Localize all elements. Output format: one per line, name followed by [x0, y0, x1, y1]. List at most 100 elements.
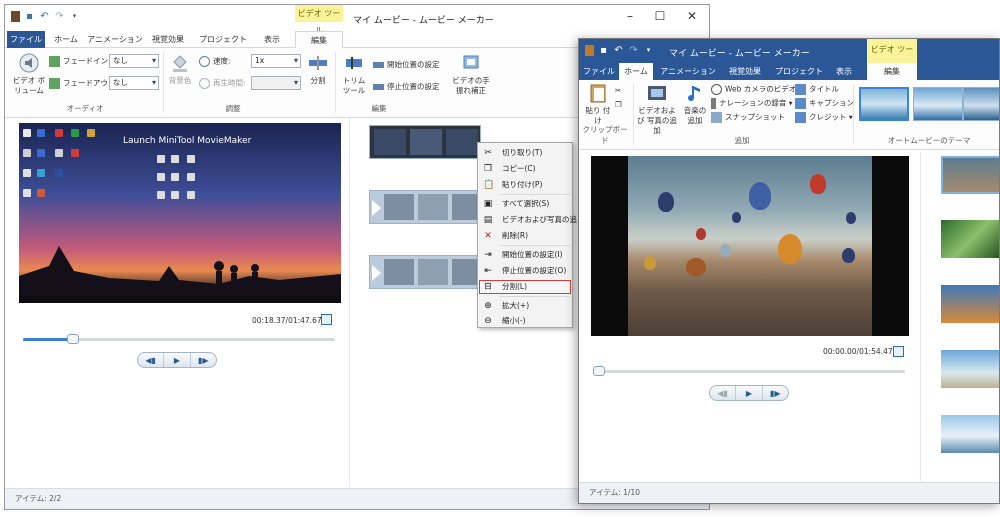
edit-group-label: 編集 [371, 104, 387, 113]
tab-view[interactable]: 表示 [257, 31, 287, 48]
video-preview[interactable] [591, 156, 909, 336]
menu-item-paste[interactable]: 📋 貼り付け(P) [478, 177, 572, 193]
tab-file[interactable]: ファイル [7, 31, 45, 48]
menu-separator [500, 245, 570, 246]
play-icon[interactable]: ▶ [164, 353, 191, 367]
automovie-theme-2[interactable] [913, 87, 963, 121]
play-icon[interactable]: ▶ [736, 386, 763, 400]
customize-qa-icon[interactable]: ▾ [69, 11, 80, 22]
undo-icon[interactable]: ↶ [39, 11, 50, 22]
set-start-icon: ⇥ [484, 250, 492, 260]
storyboard-clip[interactable] [369, 125, 481, 159]
close-button[interactable]: ✕ [681, 9, 703, 23]
previous-frame-icon[interactable]: ◀▮ [138, 353, 165, 367]
add-music-button[interactable]: 音楽の 追加 [679, 82, 711, 126]
seek-bar[interactable] [23, 334, 335, 344]
menu-item-delete[interactable]: ✕ 削除(R) [478, 228, 572, 244]
menu-item-set-start[interactable]: ⇥ 開始位置の設定(I) [478, 247, 572, 263]
tab-edit[interactable]: 編集 [867, 63, 917, 80]
video-preview[interactable]: Launch MiniTool MovieMaker [19, 123, 341, 303]
record-narration-button[interactable]: ナレーションの録音 ▾ [711, 98, 793, 109]
menu-item-split[interactable]: ⊟ 分割(L) [478, 279, 572, 295]
storyboard-clip[interactable] [369, 255, 481, 289]
next-frame-icon[interactable]: ▮▶ [763, 386, 788, 400]
credits-button[interactable]: クレジット ▾ [795, 112, 853, 123]
storyboard-clip[interactable] [941, 220, 999, 258]
tab-visual-effects[interactable]: 視覚効果 [723, 63, 767, 80]
next-frame-icon[interactable]: ▮▶ [191, 353, 216, 367]
clipboard-group-label: クリップボード [582, 125, 628, 145]
snapshot-button[interactable]: スナップショット [711, 112, 785, 123]
playback-controls: ◀▮ ▶ ▮▶ [709, 385, 789, 401]
caption-button[interactable]: キャプション [795, 98, 854, 109]
context-tab-video-tools: ビデオ ツール [867, 39, 917, 76]
cut-icon[interactable]: ✂ [615, 86, 621, 96]
duration-input[interactable] [251, 76, 301, 90]
undo-icon[interactable]: ↶ [613, 45, 624, 56]
tab-project[interactable]: プロジェクト [775, 63, 823, 80]
tab-visual-effects[interactable]: 視覚効果 [147, 31, 189, 48]
tab-home[interactable]: ホーム [49, 31, 83, 48]
seek-bar[interactable] [593, 366, 905, 376]
seek-knob[interactable] [593, 366, 605, 376]
menu-item-zoom-out[interactable]: ⊖ 縮小(-) [478, 313, 572, 329]
stabilize-button[interactable]: ビデオの手振れ補正 [451, 52, 491, 96]
redo-icon[interactable]: ↷ [628, 45, 639, 56]
tab-animation[interactable]: アニメーション [659, 63, 717, 80]
redo-icon[interactable]: ↷ [54, 11, 65, 22]
balloon [842, 248, 855, 263]
speed-label: 速度: [199, 56, 231, 67]
fade-in-select[interactable]: なし [109, 54, 159, 68]
trim-tool-button[interactable]: トリム ツール [339, 52, 369, 96]
add-videos-photos-button[interactable]: ビデオおよび 写真の追加 [635, 82, 679, 136]
save-icon[interactable]: ▪ [24, 11, 35, 22]
storyboard-clip[interactable] [941, 350, 999, 388]
taskbar [19, 296, 341, 303]
tab-animation[interactable]: アニメーション [87, 31, 143, 48]
tab-file[interactable]: ファイル [581, 63, 617, 80]
menu-item-select-all[interactable]: ▣ すべて選択(S) [478, 196, 572, 212]
split-button[interactable]: 分割 [305, 52, 331, 86]
fullscreen-icon[interactable] [321, 314, 332, 325]
automovie-theme-3[interactable] [963, 87, 999, 121]
tab-edit[interactable]: 編集 [295, 31, 343, 49]
group-divider [335, 52, 336, 113]
copy-icon: ❐ [483, 164, 493, 174]
desktop-icon [23, 149, 31, 157]
storyboard-clip[interactable] [941, 285, 999, 323]
set-end-button[interactable]: 停止位置の設定 [373, 82, 440, 92]
menu-item-zoom-in[interactable]: ⊕ 拡大(+) [478, 298, 572, 314]
paste-button[interactable]: 貼り 付け [583, 82, 613, 126]
desktop-icon [87, 129, 95, 137]
menu-item-copy[interactable]: ❐ コピー(C) [478, 161, 572, 177]
fullscreen-icon[interactable] [893, 346, 904, 357]
customize-qa-icon[interactable]: ▾ [643, 45, 654, 56]
storyboard-clip-selected[interactable] [941, 156, 999, 194]
title-button[interactable]: タイトル [795, 84, 839, 95]
fade-out-select[interactable]: なし [109, 76, 159, 90]
copy-icon[interactable]: ❐ [615, 100, 622, 110]
seek-knob[interactable] [67, 334, 79, 344]
set-start-button[interactable]: 開始位置の設定 [373, 60, 440, 70]
automovie-theme-1[interactable] [859, 87, 909, 121]
previous-frame-icon[interactable]: ◀▮ [710, 386, 737, 400]
balloon [658, 192, 674, 212]
ribbon-home: 貼り 付け ✂ ❐ クリップボード ビデオおよび 写真の追加 音楽の 追加 We… [579, 80, 999, 150]
save-icon[interactable]: ▪ [598, 45, 609, 56]
webcam-video-button[interactable]: Web カメラのビデオ [711, 84, 796, 95]
speed-select[interactable]: 1x [251, 54, 301, 68]
maximize-button[interactable]: ☐ [649, 9, 671, 23]
menu-item-set-end[interactable]: ⇤ 停止位置の設定(O) [478, 263, 572, 279]
desktop-icon [37, 169, 45, 177]
tab-home[interactable]: ホーム [619, 63, 653, 80]
background-color-button[interactable]: 背景色 [165, 52, 195, 86]
tab-view[interactable]: 表示 [829, 63, 859, 80]
menu-item-add-videos[interactable]: ▤ ビデオおよび写真の追 [478, 212, 577, 228]
menu-item-cut[interactable]: ✂ 切り取り(T) [478, 145, 572, 161]
zoom-in-icon: ⊕ [484, 301, 492, 311]
tab-project[interactable]: プロジェクト [195, 31, 251, 48]
storyboard-clip[interactable] [941, 415, 999, 453]
minimize-button[interactable]: – [619, 9, 641, 23]
video-volume-button[interactable]: ビデオ ボリューム [11, 52, 47, 96]
storyboard-clip[interactable] [369, 190, 481, 224]
